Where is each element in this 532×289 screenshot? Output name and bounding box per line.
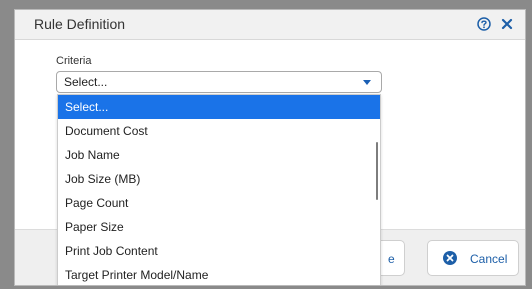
criteria-dropdown-list[interactable]: Select... Document Cost Job Name Job Siz… xyxy=(57,94,381,285)
option-label: Select... xyxy=(65,100,109,114)
criteria-label: Criteria xyxy=(56,55,92,67)
option-label: Print Job Content xyxy=(65,244,158,258)
cancel-button[interactable]: Cancel xyxy=(427,240,519,276)
option-label: Job Name xyxy=(65,148,120,162)
help-icon[interactable] xyxy=(477,17,491,31)
dropdown-option-print-job-content[interactable]: Print Job Content xyxy=(58,239,380,263)
option-label: Job Size (MB) xyxy=(65,172,141,186)
dropdown-scrollbar[interactable] xyxy=(376,142,378,200)
option-label: Target Printer Model/Name xyxy=(65,268,209,282)
save-button-label: e xyxy=(388,252,395,266)
dropdown-option-paper-size[interactable]: Paper Size xyxy=(58,215,380,239)
dropdown-option-select[interactable]: Select... xyxy=(58,95,380,119)
rule-definition-dialog: Rule Definition Criteria Select... e Can… xyxy=(14,9,526,286)
dropdown-option-page-count[interactable]: Page Count xyxy=(58,191,380,215)
cancel-button-label: Cancel xyxy=(470,252,508,266)
criteria-select-value: Select... xyxy=(64,75,108,89)
dialog-title: Rule Definition xyxy=(34,16,126,32)
dialog-header: Rule Definition xyxy=(15,10,525,40)
criteria-select[interactable]: Select... xyxy=(56,71,382,93)
option-label: Paper Size xyxy=(65,220,124,234)
cancel-circle-icon xyxy=(443,251,457,265)
option-label: Page Count xyxy=(65,196,129,210)
option-label: Document Cost xyxy=(65,124,148,138)
dropdown-option-document-cost[interactable]: Document Cost xyxy=(58,119,380,143)
dropdown-option-target-printer[interactable]: Target Printer Model/Name xyxy=(58,263,380,285)
caret-down-icon xyxy=(363,80,371,85)
dropdown-option-job-name[interactable]: Job Name xyxy=(58,143,380,167)
close-icon[interactable] xyxy=(501,18,513,30)
dropdown-option-job-size[interactable]: Job Size (MB) xyxy=(58,167,380,191)
